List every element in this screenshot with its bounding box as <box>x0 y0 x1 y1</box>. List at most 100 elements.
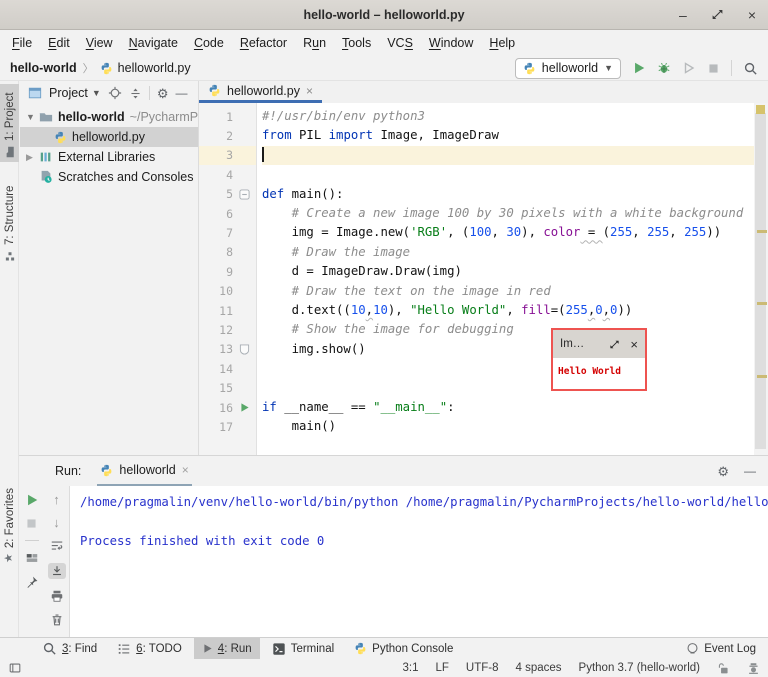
warning-stripe-mark[interactable] <box>757 302 767 305</box>
maximize-button[interactable] <box>711 8 724 21</box>
code-line-16[interactable]: if __name__ == "__main__": <box>262 398 754 417</box>
soft-wrap-button[interactable] <box>50 539 64 553</box>
code-line-15[interactable] <box>262 378 754 397</box>
run-tab-helloworld[interactable]: helloworld × <box>97 456 192 486</box>
tree-item-helloworld-py[interactable]: helloworld.py <box>20 127 198 147</box>
code-line-9[interactable]: d = ImageDraw.Draw(img) <box>262 262 754 281</box>
close-tab-icon[interactable]: × <box>182 463 189 477</box>
run-with-coverage-button[interactable] <box>682 61 696 75</box>
toolwindow-tab-structure[interactable]: 7: Structure <box>0 176 19 266</box>
titlebar[interactable]: hello-world – helloworld.py – × <box>0 0 768 30</box>
code-line-3[interactable] <box>262 145 754 166</box>
status-python-interpreter[interactable]: Python 3.7 (hello-world) <box>579 662 700 674</box>
search-everywhere-button[interactable] <box>743 61 758 76</box>
scroll-to-end-button[interactable] <box>47 563 66 579</box>
rerun-button[interactable] <box>25 493 39 507</box>
code-line-5[interactable]: def main(): <box>262 185 754 204</box>
warning-stripe-mark[interactable] <box>757 230 767 233</box>
menu-view[interactable]: View <box>78 36 121 50</box>
locate-file-button[interactable] <box>108 86 122 100</box>
status-indent-style[interactable]: 4 spaces <box>516 662 562 674</box>
menu-file[interactable]: File <box>4 36 40 50</box>
run-console-output[interactable]: /home/pragmalin/venv/hello-world/bin/pyt… <box>69 486 768 637</box>
lock-open-icon[interactable] <box>717 662 730 675</box>
code-line-10[interactable]: # Draw the text on the image in red <box>262 282 754 301</box>
console-line-3: Process finished with exit code 0 <box>80 533 325 548</box>
run-button[interactable] <box>632 61 646 75</box>
clear-console-button[interactable] <box>50 613 64 627</box>
run-gutter-icon[interactable] <box>233 398 255 417</box>
toolwindow-tab-favorites[interactable]: ★ 2: Favorites <box>0 479 19 567</box>
image-preview-window[interactable]: Im… × Hello World <box>551 328 647 391</box>
scrollbar-thumb[interactable] <box>755 113 766 449</box>
code-line-11[interactable]: d.text((10,10), "Hello World", fill=(255… <box>262 301 754 320</box>
project-panel-title[interactable]: Project <box>49 86 88 100</box>
status-file-encoding[interactable]: UTF-8 <box>466 662 499 674</box>
image-preview-titlebar[interactable]: Im… × <box>553 330 645 358</box>
code-area[interactable]: #!/usr/bin/env python3 from PIL import Im… <box>257 103 754 455</box>
code-line-14[interactable] <box>262 359 754 378</box>
tree-collapsed-arrow-icon[interactable]: ▶ <box>26 152 39 163</box>
warning-stripe-mark[interactable] <box>757 375 767 378</box>
status-line-separator[interactable]: LF <box>436 662 449 674</box>
code-line-1[interactable]: #!/usr/bin/env python3 <box>262 107 754 126</box>
inspections-profile-icon[interactable] <box>747 662 760 675</box>
breadcrumb-project[interactable]: hello-world <box>10 61 77 75</box>
toolwindow-button-3-find[interactable]: 3: Find <box>34 638 105 659</box>
menu-window[interactable]: Window <box>421 36 481 50</box>
up-stacktrace-button[interactable]: ↑ <box>53 493 60 506</box>
status-caret-position[interactable]: 3:1 <box>403 662 419 674</box>
tree-item-hello-world[interactable]: ▼ hello-world ~/PycharmPr <box>20 107 198 127</box>
menu-refactor[interactable]: Refactor <box>232 36 295 50</box>
pin-tab-button[interactable] <box>25 575 39 589</box>
menu-help[interactable]: Help <box>481 36 523 50</box>
menu-run[interactable]: Run <box>295 36 334 50</box>
code-line-17[interactable]: main() <box>262 417 754 436</box>
toolwindow-tab-project[interactable]: 1: Project <box>0 84 19 162</box>
menu-navigate[interactable]: Navigate <box>121 36 186 50</box>
fold-collapse-icon[interactable] <box>233 185 255 204</box>
restore-layout-button[interactable] <box>25 551 39 565</box>
tree-item-scratches-and-consoles[interactable]: Scratches and Consoles <box>20 167 198 187</box>
gear-icon[interactable]: ⚙ <box>157 87 169 100</box>
code-line-2[interactable]: from PIL import Image, ImageDraw <box>262 126 754 145</box>
status-bar-widgets: 3:1 LF UTF-8 4 spaces Python 3.7 (hello-worl… <box>403 662 761 675</box>
toolwindow-button-6-todo[interactable]: 6: TODO <box>109 638 190 659</box>
stop-process-button[interactable] <box>25 517 38 530</box>
code-line-6[interactable]: # Create a new image 100 by 30 pixels wi… <box>262 204 754 223</box>
menu-tools[interactable]: Tools <box>334 36 379 50</box>
hide-panel-button[interactable]: — <box>744 465 756 477</box>
toolwindow-toggle-icon[interactable] <box>8 661 22 675</box>
breadcrumb-file[interactable]: helloworld.py <box>100 61 191 75</box>
menu-edit[interactable]: Edit <box>40 36 78 50</box>
minimize-button[interactable]: – <box>679 8 687 22</box>
menu-code[interactable]: Code <box>186 36 232 50</box>
gear-icon[interactable]: ⚙ <box>717 465 729 478</box>
stop-button[interactable] <box>707 62 720 75</box>
toolwindow-button-4-run[interactable]: 4: Run <box>193 638 260 659</box>
menu-vcs[interactable]: VCS <box>379 36 421 50</box>
code-editor[interactable]: 1 2 3 4 5 6 7 8 9 10 11 12 13 14 15 16 17 #!/usr/bin/env… <box>199 103 754 455</box>
print-button[interactable] <box>50 589 64 603</box>
editor-tab-helloworld[interactable]: helloworld.py × <box>199 81 322 103</box>
code-line-4[interactable] <box>262 165 754 184</box>
close-icon[interactable]: × <box>630 337 638 352</box>
code-line-8[interactable]: # Draw the image <box>262 243 754 262</box>
tree-item-external-libraries[interactable]: ▶ External Libraries <box>20 147 198 167</box>
event-log-button[interactable]: Event Log <box>686 638 768 659</box>
code-line-13[interactable]: img.show() <box>262 340 754 359</box>
code-line-12[interactable]: # Show the image for debugging <box>262 320 754 339</box>
run-configuration-select[interactable]: helloworld ▼ <box>514 57 621 79</box>
toolwindow-button-terminal[interactable]: Terminal <box>264 638 342 659</box>
code-line-7[interactable]: img = Image.new('RGB', (100, 30), color … <box>262 223 754 242</box>
close-button[interactable]: × <box>748 8 756 22</box>
fold-end-icon[interactable] <box>233 340 255 359</box>
expand-icon[interactable] <box>609 339 620 350</box>
close-tab-icon[interactable]: × <box>306 84 313 98</box>
hide-panel-button[interactable]: — <box>175 87 187 99</box>
down-stacktrace-button[interactable]: ↓ <box>53 516 60 529</box>
toolwindow-button-python-console[interactable]: Python Console <box>346 638 461 659</box>
debug-button[interactable] <box>657 61 671 75</box>
tree-expanded-arrow-icon[interactable]: ▼ <box>26 112 39 122</box>
collapse-all-button[interactable] <box>129 87 142 100</box>
